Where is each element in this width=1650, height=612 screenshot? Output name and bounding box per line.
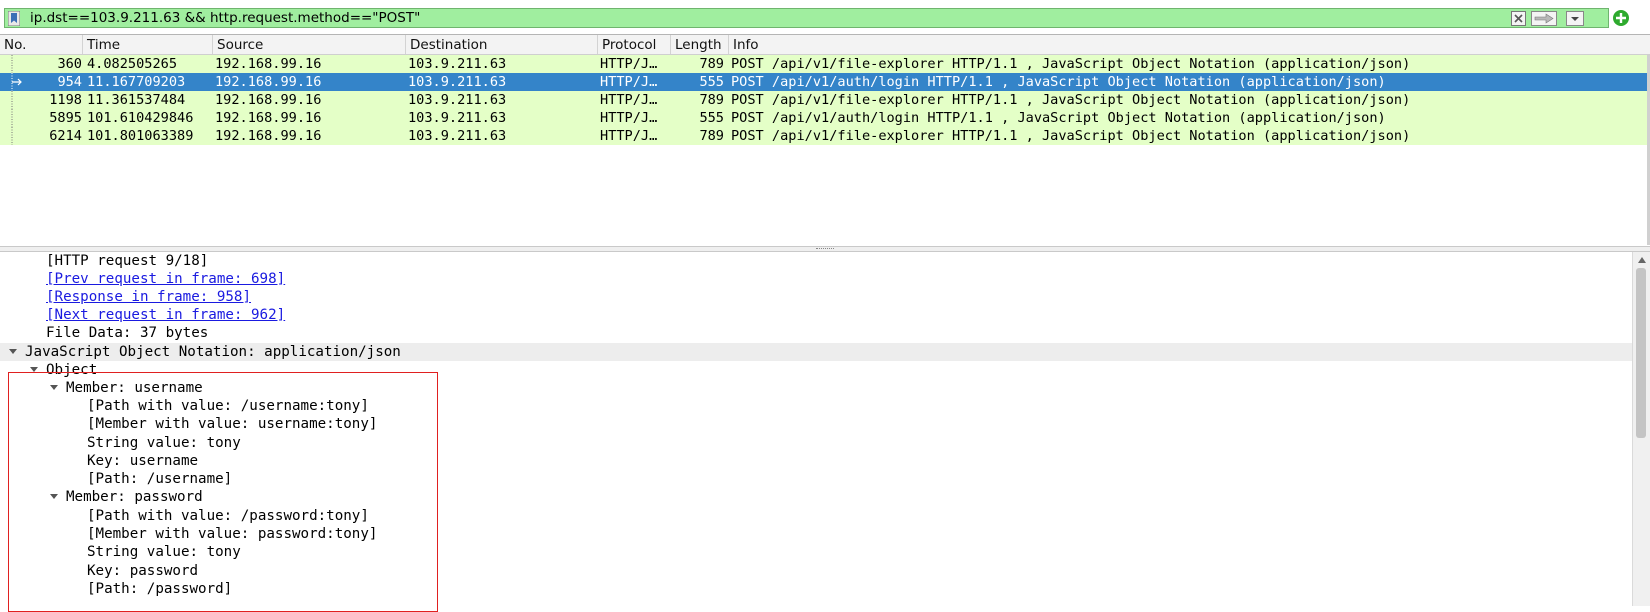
cell-protocol: HTTP/J… (600, 92, 658, 108)
cell-no: 360 (57, 56, 82, 72)
display-filter-toolbar: ip.dst==103.9.211.63 && http.request.met… (0, 0, 1650, 34)
cell-destination: 103.9.211.63 (408, 56, 507, 72)
filter-expression-text: ip.dst==103.9.211.63 && http.request.met… (30, 10, 421, 26)
add-icon[interactable] (1612, 9, 1630, 27)
frame-link[interactable]: [Prev request in frame: 698] (46, 270, 285, 288)
cell-no: 6214 (49, 128, 82, 144)
cell-source: 192.168.99.16 (215, 128, 322, 144)
frame-link[interactable]: [Response in frame: 958] (46, 288, 251, 306)
cell-protocol: HTTP/J… (600, 56, 658, 72)
column-header-destination[interactable]: Destination (406, 35, 598, 54)
column-header-no[interactable]: No. (0, 35, 83, 54)
cell-length: 789 (699, 128, 724, 144)
cell-source: 192.168.99.16 (215, 92, 322, 108)
cell-time: 11.361537484 (87, 92, 186, 108)
packet-list-pane: No. Time Source Destination Protocol Len… (0, 34, 1650, 247)
packet-row[interactable]: 5895 101.610429846 192.168.99.16 103.9.211.… (0, 109, 1650, 127)
display-filter-input[interactable]: ip.dst==103.9.211.63 && http.request.met… (4, 8, 1609, 28)
cell-length: 555 (699, 110, 724, 126)
cell-source: 192.168.99.16 (215, 110, 322, 126)
packet-rows: 360 4.082505265 192.168.99.16 103.9.211.63 H… (0, 55, 1650, 145)
dropdown-icon[interactable] (1566, 11, 1584, 26)
cell-time: 11.167709203 (87, 74, 186, 90)
cell-destination: 103.9.211.63 (408, 110, 507, 126)
highlight-box (8, 372, 438, 612)
cell-protocol: HTTP/J… (600, 128, 658, 144)
packet-row[interactable]: 6214 101.801063389 192.168.99.16 103.9.211.… (0, 127, 1650, 145)
cell-length: 555 (699, 74, 724, 90)
packet-row[interactable]: 360 4.082505265 192.168.99.16 103.9.211.63 H… (0, 55, 1650, 73)
cell-protocol: HTTP/J… (600, 74, 658, 90)
cell-info: POST /api/v1/file-explorer HTTP/1.1 , Ja… (731, 128, 1411, 144)
cell-source: 192.168.99.16 (215, 56, 322, 72)
packet-row[interactable]: 1198 11.361537484 192.168.99.16 103.9.211.6… (0, 91, 1650, 109)
cell-no: 5895 (49, 110, 82, 126)
cell-time: 4.082505265 (87, 56, 178, 72)
cell-length: 789 (699, 56, 724, 72)
cell-destination: 103.9.211.63 (408, 92, 507, 108)
cell-destination: 103.9.211.63 (408, 128, 507, 144)
column-header-protocol[interactable]: Protocol (598, 35, 671, 54)
cell-protocol: HTTP/J… (600, 110, 658, 126)
packet-row[interactable]: 954 11.167709203 192.168.99.16 103.9.211.63… (0, 73, 1650, 91)
bookmark-icon[interactable] (8, 11, 20, 26)
detail-text: File Data: 37 bytes (46, 325, 209, 341)
cell-info: POST /api/v1/auth/login HTTP/1.1 , JavaS… (731, 74, 1386, 90)
expand-triangle-icon[interactable] (9, 349, 17, 354)
detail-tree-row[interactable]: [Prev request in frame: 698] (0, 270, 1632, 288)
cell-source: 192.168.99.16 (215, 74, 322, 90)
splitter-grip[interactable] (816, 248, 834, 251)
scroll-thumb[interactable] (1636, 268, 1646, 438)
packet-list-header: No. Time Source Destination Protocol Len… (0, 35, 1650, 55)
column-header-source[interactable]: Source (213, 35, 406, 54)
detail-text: [HTTP request 9/18] (46, 253, 209, 269)
cell-time: 101.610429846 (87, 110, 194, 126)
cell-no: 1198 (49, 92, 82, 108)
apply-arrow-icon[interactable] (1531, 11, 1557, 26)
cell-info: POST /api/v1/file-explorer HTTP/1.1 , Ja… (731, 56, 1411, 72)
details-scrollbar[interactable] (1632, 252, 1650, 606)
detail-tree-row[interactable]: [Response in frame: 958] (0, 288, 1632, 306)
cell-time: 101.801063389 (87, 128, 194, 144)
column-header-length[interactable]: Length (671, 35, 729, 54)
detail-tree-row[interactable]: JavaScript Object Notation: application/… (0, 343, 1632, 361)
clear-icon[interactable] (1511, 11, 1526, 26)
detail-tree-row[interactable]: [Next request in frame: 962] (0, 306, 1632, 324)
cell-no: 954 (57, 74, 82, 90)
cell-length: 789 (699, 92, 724, 108)
detail-tree-row[interactable]: [HTTP request 9/18] (0, 252, 1632, 270)
cell-destination: 103.9.211.63 (408, 74, 507, 90)
detail-text: JavaScript Object Notation: application/… (25, 344, 401, 360)
frame-link[interactable]: [Next request in frame: 962] (46, 306, 285, 324)
detail-tree-row[interactable]: File Data: 37 bytes (0, 324, 1632, 342)
cell-info: POST /api/v1/file-explorer HTTP/1.1 , Ja… (731, 92, 1411, 108)
column-header-time[interactable]: Time (83, 35, 213, 54)
column-header-info[interactable]: Info (729, 35, 1650, 54)
cell-info: POST /api/v1/auth/login HTTP/1.1 , JavaS… (731, 110, 1386, 126)
scroll-up-icon[interactable] (1638, 257, 1646, 263)
